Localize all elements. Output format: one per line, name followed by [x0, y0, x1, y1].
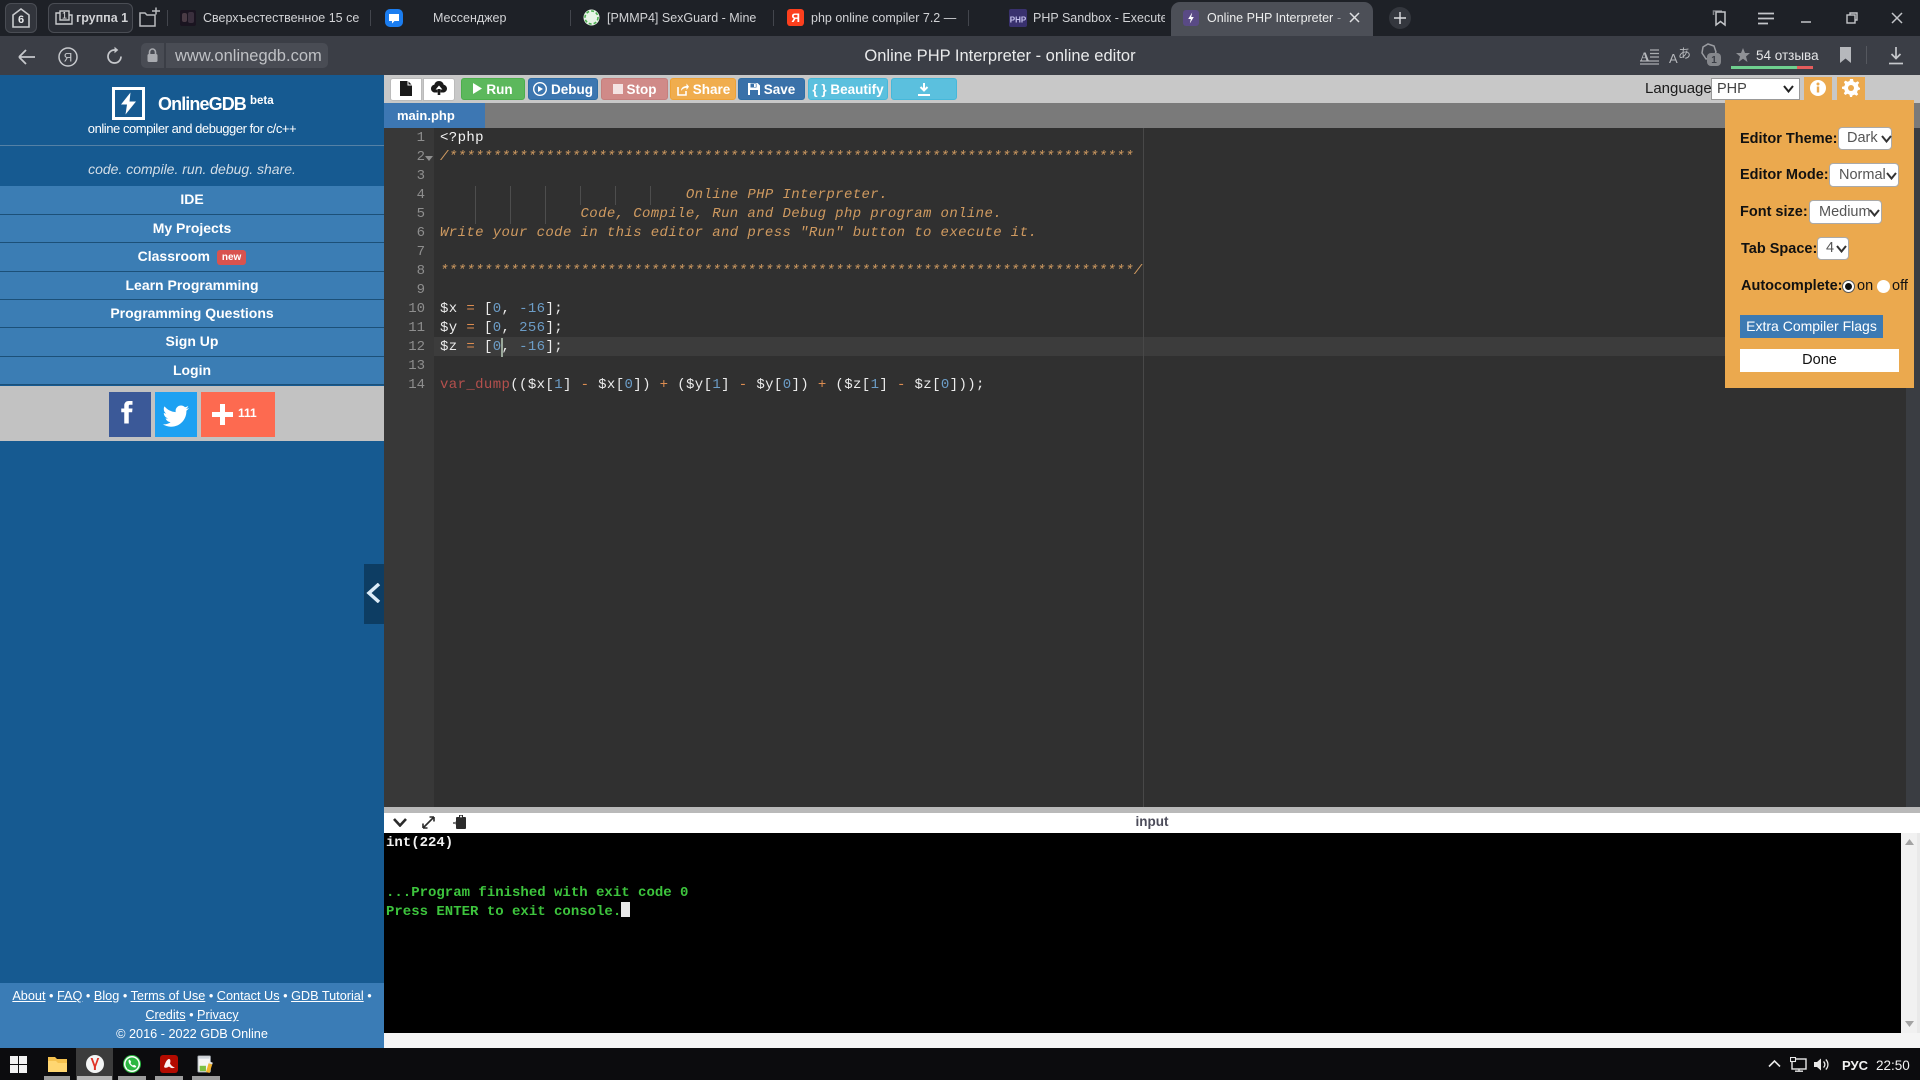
svg-text:PHP: PHP	[1010, 16, 1027, 25]
svg-text:A: A	[1669, 51, 1678, 66]
svg-text:あ: あ	[1678, 46, 1691, 61]
svg-text:Я: Я	[791, 11, 800, 25]
svg-text:1: 1	[62, 11, 67, 21]
svg-text:1: 1	[1711, 55, 1717, 66]
svg-text:6: 6	[18, 14, 24, 26]
svg-text:A: A	[1640, 49, 1650, 64]
svg-text:Я: Я	[64, 51, 73, 65]
